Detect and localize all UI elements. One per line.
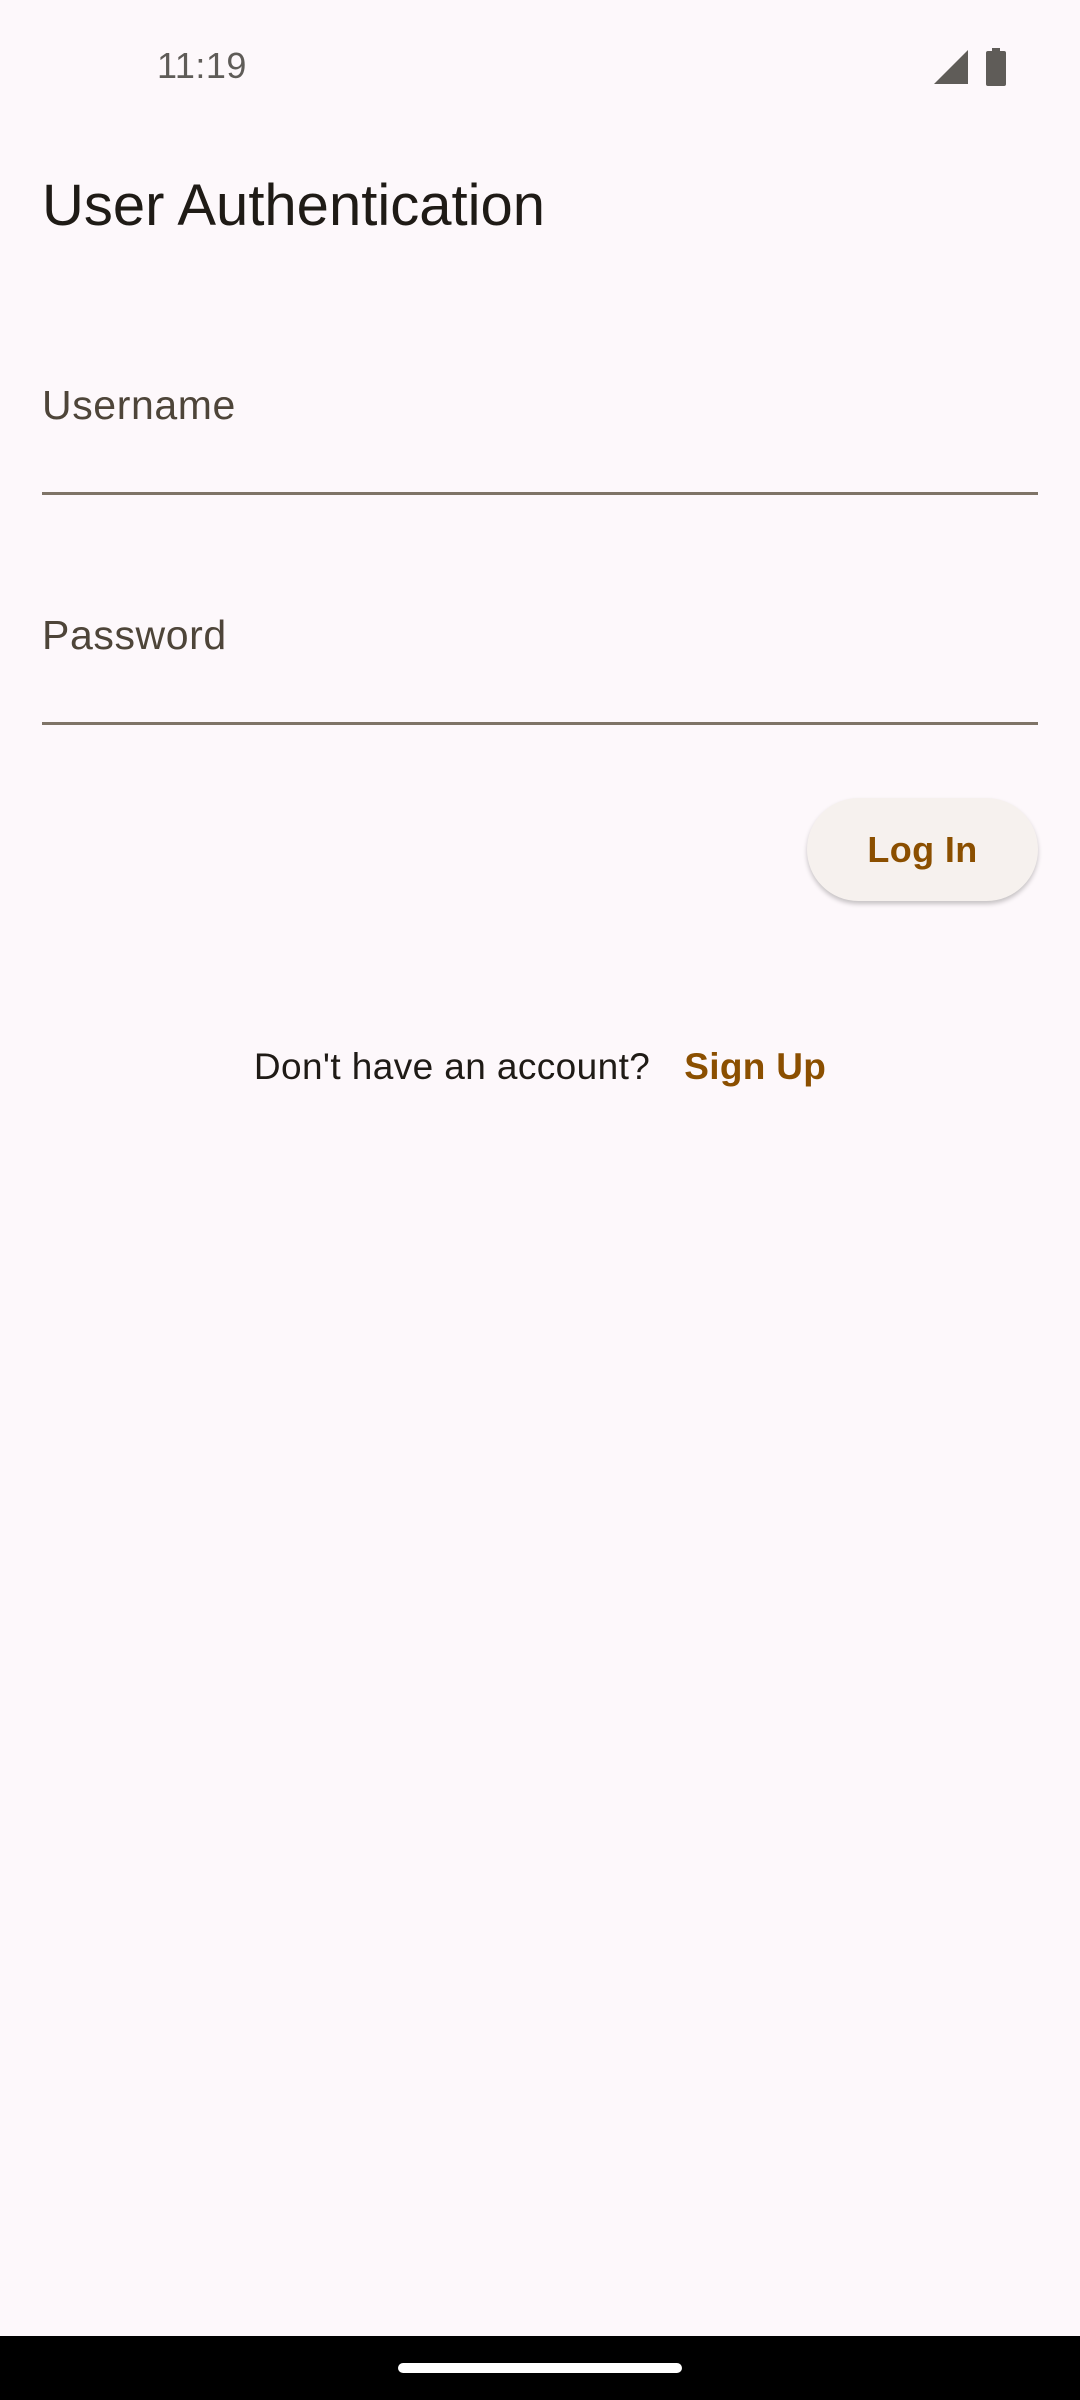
home-gesture-handle[interactable] <box>398 2363 682 2373</box>
battery-icon <box>986 48 1006 86</box>
status-time: 11:19 <box>157 45 247 86</box>
password-label: Password <box>42 612 227 658</box>
cellular-signal-icon <box>934 50 968 84</box>
page-title: User Authentication <box>42 173 545 238</box>
username-label: Username <box>42 382 236 428</box>
password-field[interactable]: Password <box>42 612 1038 725</box>
signup-prompt: Don't have an account? <box>253 1046 651 1087</box>
signup-row: Don't have an account? Sign Up <box>0 1046 1080 1088</box>
username-field[interactable]: Username <box>42 382 1038 495</box>
signup-link[interactable]: Sign Up <box>684 1046 826 1088</box>
login-button[interactable]: Log In <box>807 798 1038 901</box>
navigation-bar <box>0 2336 1080 2400</box>
status-bar: 11:19 <box>0 0 1080 136</box>
